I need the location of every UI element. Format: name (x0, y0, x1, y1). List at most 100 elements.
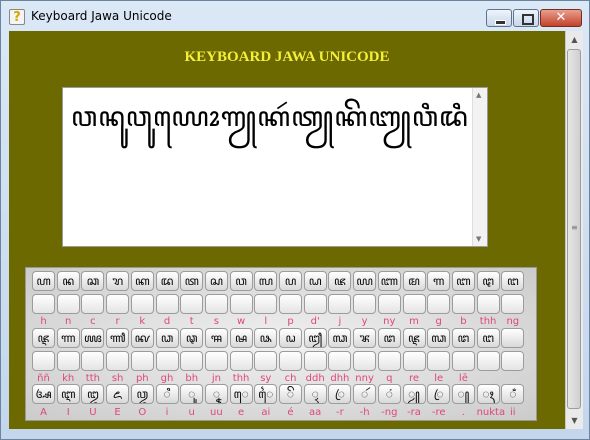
scroll-down-arrow-icon[interactable]: ▼ (566, 412, 583, 429)
key[interactable]: ꦲ (32, 271, 55, 291)
key[interactable]: ꦔ (501, 271, 525, 291)
key[interactable]: ꦿ (328, 384, 352, 404)
key[interactable]: ꦔ (476, 328, 500, 348)
key[interactable] (451, 294, 475, 314)
key[interactable] (279, 351, 302, 371)
key[interactable] (427, 294, 451, 314)
key[interactable] (254, 351, 278, 371)
javanese-text-area[interactable]: ꦮꦤꦸꦮꦸꦪꦺꦴꦒꦾꦏꦂꦠꦾꦏꦼꦧꦾꦮꦶꦢꦶꦮꦸꦤꦺꦴꦒꦾ ▲ ▼ (62, 87, 488, 247)
key[interactable]: ꦏ (130, 271, 154, 291)
key[interactable] (155, 351, 179, 371)
key[interactable]: ꦮ (229, 271, 253, 291)
key[interactable]: ꦤ (56, 271, 80, 291)
key[interactable]: ꦌ (106, 384, 130, 404)
key[interactable]: ꦬ (106, 328, 130, 348)
title-bar[interactable]: ? Keyboard Jawa Unicode ✕ (1, 1, 589, 31)
key[interactable]: ꦦ (254, 328, 278, 348)
key[interactable]: ꦘ (402, 328, 426, 348)
key[interactable]: ꦽ (303, 384, 327, 404)
key[interactable] (106, 294, 130, 314)
key[interactable] (155, 294, 179, 314)
key[interactable] (353, 294, 377, 314)
key[interactable] (303, 294, 327, 314)
key[interactable] (279, 294, 302, 314)
key[interactable]: ꧀ (451, 384, 475, 404)
key[interactable] (501, 294, 525, 314)
key[interactable]: ꦪ (353, 271, 377, 291)
key[interactable]: ꦗ (328, 271, 352, 291)
key[interactable] (56, 351, 80, 371)
key[interactable] (204, 294, 228, 314)
key[interactable]: ꦸ (180, 384, 204, 404)
key[interactable] (56, 294, 80, 314)
key[interactable]: ꦄ (32, 384, 55, 404)
key[interactable]: ꦈ (81, 384, 105, 404)
textarea-scrollbar[interactable]: ▲ ▼ (472, 88, 487, 246)
scroll-up-icon[interactable]: ▲ (476, 91, 481, 99)
key[interactable]: ꦚ (377, 271, 401, 291)
key[interactable]: ꦾ (402, 384, 426, 404)
key[interactable]: ꦶ (155, 384, 179, 404)
scroll-down-icon[interactable]: ▼ (476, 235, 481, 243)
key[interactable]: ꦓ (328, 328, 352, 348)
key[interactable]: ꦙ (303, 328, 327, 348)
key[interactable] (81, 351, 105, 371)
key[interactable]: ꦆ (56, 384, 80, 404)
close-button[interactable]: ✕ (540, 9, 582, 27)
key[interactable]: ꦡ (180, 328, 204, 348)
key[interactable]: ꦺ (229, 384, 253, 404)
key[interactable]: ꦎ (130, 384, 154, 404)
key[interactable] (254, 294, 278, 314)
key[interactable]: ꦛ (476, 271, 500, 291)
key[interactable]: ꦰ (229, 328, 253, 348)
key[interactable] (130, 294, 154, 314)
key[interactable]: ꦻ (254, 384, 278, 404)
key[interactable]: ꦫ (106, 271, 130, 291)
key[interactable]: ꦨ (353, 328, 377, 348)
key[interactable] (106, 351, 130, 371)
key[interactable] (328, 294, 352, 314)
key[interactable] (476, 294, 500, 314)
key[interactable] (402, 294, 426, 314)
key[interactable]: ꦜ (377, 328, 401, 348)
key[interactable]: ꦞ (279, 328, 302, 348)
key[interactable] (81, 294, 105, 314)
key[interactable] (377, 351, 401, 371)
key[interactable]: ꦜ (451, 328, 475, 348)
key[interactable] (328, 351, 352, 371)
key[interactable] (229, 351, 253, 371)
key[interactable]: ꦕ (81, 271, 105, 291)
key[interactable]: ꦱ (204, 271, 228, 291)
key[interactable]: ꦼ (279, 384, 302, 404)
key[interactable]: ꦖ (81, 328, 105, 348)
key[interactable]: ꦩ (402, 271, 426, 291)
key[interactable] (130, 351, 154, 371)
key[interactable]: ꦯ (204, 328, 228, 348)
key[interactable]: ꦒ (427, 271, 451, 291)
key[interactable]: ꦓ (427, 328, 451, 348)
key[interactable]: ꦁ (377, 384, 401, 404)
scrollbar-thumb[interactable]: ≡ (567, 49, 581, 409)
key[interactable]: ꦂ (353, 384, 377, 404)
key[interactable]: ꦝ (303, 271, 327, 291)
minimize-button[interactable] (486, 9, 512, 27)
key[interactable]: ꦃ (476, 384, 500, 404)
key[interactable]: ꦣ (155, 328, 179, 348)
key[interactable] (501, 351, 525, 371)
key[interactable] (353, 351, 377, 371)
key[interactable]: ꦑ (130, 328, 154, 348)
key[interactable] (377, 294, 401, 314)
key[interactable] (402, 351, 426, 371)
window-scrollbar[interactable]: ▲ ≡ ▼ (565, 31, 583, 429)
key[interactable] (180, 351, 204, 371)
key[interactable] (32, 294, 55, 314)
key[interactable]: ꦿ (427, 384, 451, 404)
key[interactable]: ꦥ (279, 271, 302, 291)
key[interactable] (229, 294, 253, 314)
maximize-button[interactable] (513, 9, 539, 27)
key[interactable] (451, 351, 475, 371)
key[interactable] (303, 351, 327, 371)
key[interactable]: ꦀ (501, 384, 525, 404)
key[interactable]: ꦭ (254, 271, 278, 291)
key[interactable] (204, 351, 228, 371)
